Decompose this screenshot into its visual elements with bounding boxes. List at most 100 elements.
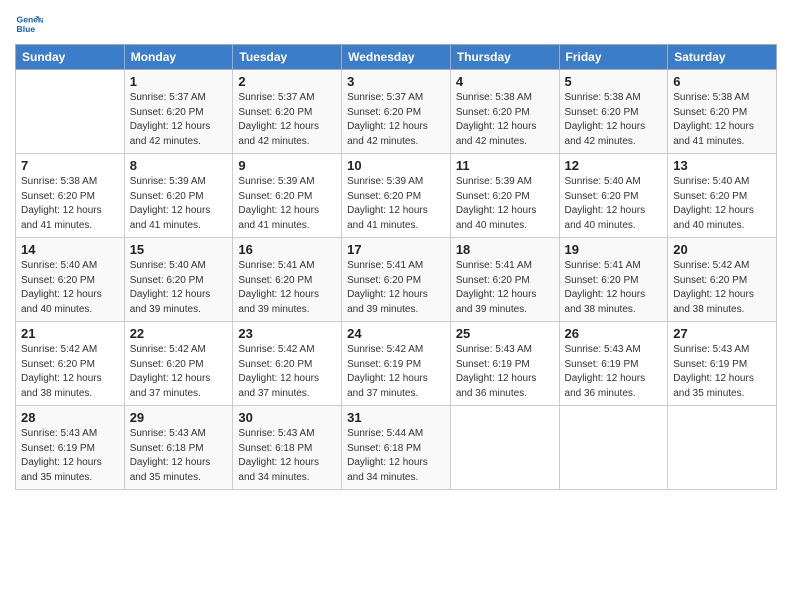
day-info: Sunrise: 5:41 AMSunset: 6:20 PMDaylight:…: [238, 259, 336, 317]
day-number: 2: [238, 74, 336, 89]
day-info: Sunrise: 5:38 AMSunset: 6:20 PMDaylight:…: [565, 91, 663, 149]
day-number: 25: [456, 326, 554, 341]
day-info: Sunrise: 5:42 AMSunset: 6:20 PMDaylight:…: [21, 343, 119, 401]
calendar-cell: [668, 406, 777, 490]
day-number: 11: [456, 158, 554, 173]
calendar-cell: 18 Sunrise: 5:41 AMSunset: 6:20 PMDayligh…: [450, 238, 559, 322]
calendar-cell: 8 Sunrise: 5:39 AMSunset: 6:20 PMDaylight…: [124, 154, 233, 238]
day-number: 5: [565, 74, 663, 89]
day-info: Sunrise: 5:37 AMSunset: 6:20 PMDaylight:…: [130, 91, 228, 149]
calendar-cell: 25Sunrise: 5:43 AMSunset: 6:19 PMDayligh…: [450, 322, 559, 406]
calendar-cell: 30 Sunrise: 5:43 AMSunset: 6:18 PMDayligh…: [233, 406, 342, 490]
day-number: 1: [130, 74, 228, 89]
calendar-cell: 5 Sunrise: 5:38 AMSunset: 6:20 PMDaylight…: [559, 70, 668, 154]
calendar-cell: 13Sunrise: 5:40 AMSunset: 6:20 PMDayligh…: [668, 154, 777, 238]
day-header-tuesday: Tuesday: [233, 45, 342, 70]
day-number: 8: [130, 158, 228, 173]
day-info: Sunrise: 5:40 AMSunset: 6:20 PMDaylight:…: [21, 259, 119, 317]
day-info: Sunrise: 5:39 AMSunset: 6:20 PMDaylight:…: [347, 175, 445, 233]
day-info: Sunrise: 5:39 AMSunset: 6:20 PMDaylight:…: [130, 175, 228, 233]
day-info: Sunrise: 5:41 AMSunset: 6:20 PMDaylight:…: [456, 259, 554, 317]
day-info: Sunrise: 5:40 AMSunset: 6:20 PMDaylight:…: [565, 175, 663, 233]
day-number: 6: [673, 74, 771, 89]
calendar-week-row: 21 Sunrise: 5:42 AMSunset: 6:20 PMDayligh…: [16, 322, 777, 406]
day-number: 17: [347, 242, 445, 257]
day-info: Sunrise: 5:38 AMSunset: 6:20 PMDaylight:…: [456, 91, 554, 149]
day-info: Sunrise: 5:41 AMSunset: 6:20 PMDaylight:…: [565, 259, 663, 317]
calendar-cell: 3 Sunrise: 5:37 AMSunset: 6:20 PMDaylight…: [342, 70, 451, 154]
day-number: 19: [565, 242, 663, 257]
calendar-cell: 10 Sunrise: 5:39 AMSunset: 6:20 PMDayligh…: [342, 154, 451, 238]
day-info: Sunrise: 5:41 AMSunset: 6:20 PMDaylight:…: [347, 259, 445, 317]
calendar-week-row: 7 Sunrise: 5:38 AMSunset: 6:20 PMDaylight…: [16, 154, 777, 238]
day-info: Sunrise: 5:37 AMSunset: 6:20 PMDaylight:…: [238, 91, 336, 149]
calendar-cell: [450, 406, 559, 490]
day-info: Sunrise: 5:43 AMSunset: 6:18 PMDaylight:…: [130, 427, 228, 485]
calendar-cell: 24 Sunrise: 5:42 AMSunset: 6:19 PMDayligh…: [342, 322, 451, 406]
calendar-cell: 14 Sunrise: 5:40 AMSunset: 6:20 PMDayligh…: [16, 238, 125, 322]
day-info: Sunrise: 5:37 AMSunset: 6:20 PMDaylight:…: [347, 91, 445, 149]
calendar-cell: 19 Sunrise: 5:41 AMSunset: 6:20 PMDayligh…: [559, 238, 668, 322]
day-number: 4: [456, 74, 554, 89]
day-headers-row: SundayMondayTuesdayWednesdayThursdayFrid…: [16, 45, 777, 70]
day-number: 31: [347, 410, 445, 425]
day-number: 10: [347, 158, 445, 173]
day-number: 21: [21, 326, 119, 341]
calendar-cell: 16 Sunrise: 5:41 AMSunset: 6:20 PMDayligh…: [233, 238, 342, 322]
day-number: 28: [21, 410, 119, 425]
day-info: Sunrise: 5:44 AMSunset: 6:18 PMDaylight:…: [347, 427, 445, 485]
day-number: 9: [238, 158, 336, 173]
day-header-saturday: Saturday: [668, 45, 777, 70]
calendar-cell: 11 Sunrise: 5:39 AMSunset: 6:20 PMDayligh…: [450, 154, 559, 238]
day-number: 24: [347, 326, 445, 341]
day-info: Sunrise: 5:43 AMSunset: 6:19 PMDaylight:…: [673, 343, 771, 401]
day-info: Sunrise: 5:40 AMSunset: 6:20 PMDaylight:…: [130, 259, 228, 317]
calendar-week-row: 14 Sunrise: 5:40 AMSunset: 6:20 PMDayligh…: [16, 238, 777, 322]
day-number: 15: [130, 242, 228, 257]
calendar-cell: 31 Sunrise: 5:44 AMSunset: 6:18 PMDayligh…: [342, 406, 451, 490]
calendar-cell: 23 Sunrise: 5:42 AMSunset: 6:20 PMDayligh…: [233, 322, 342, 406]
calendar-cell: 7 Sunrise: 5:38 AMSunset: 6:20 PMDaylight…: [16, 154, 125, 238]
day-info: Sunrise: 5:39 AMSunset: 6:20 PMDaylight:…: [238, 175, 336, 233]
calendar-cell: 20 Sunrise: 5:42 AMSunset: 6:20 PMDayligh…: [668, 238, 777, 322]
calendar-cell: 12Sunrise: 5:40 AMSunset: 6:20 PMDayligh…: [559, 154, 668, 238]
logo: General Blue: [15, 10, 43, 38]
calendar-cell: 6Sunrise: 5:38 AMSunset: 6:20 PMDaylight…: [668, 70, 777, 154]
day-number: 3: [347, 74, 445, 89]
day-header-sunday: Sunday: [16, 45, 125, 70]
calendar-week-row: 1 Sunrise: 5:37 AMSunset: 6:20 PMDaylight…: [16, 70, 777, 154]
day-info: Sunrise: 5:42 AMSunset: 6:19 PMDaylight:…: [347, 343, 445, 401]
day-info: Sunrise: 5:43 AMSunset: 6:19 PMDaylight:…: [565, 343, 663, 401]
calendar-cell: 22 Sunrise: 5:42 AMSunset: 6:20 PMDayligh…: [124, 322, 233, 406]
day-header-monday: Monday: [124, 45, 233, 70]
day-header-friday: Friday: [559, 45, 668, 70]
day-number: 22: [130, 326, 228, 341]
day-info: Sunrise: 5:42 AMSunset: 6:20 PMDaylight:…: [130, 343, 228, 401]
day-number: 29: [130, 410, 228, 425]
day-info: Sunrise: 5:38 AMSunset: 6:20 PMDaylight:…: [21, 175, 119, 233]
day-number: 20: [673, 242, 771, 257]
day-info: Sunrise: 5:43 AMSunset: 6:19 PMDaylight:…: [21, 427, 119, 485]
day-info: Sunrise: 5:40 AMSunset: 6:20 PMDaylight:…: [673, 175, 771, 233]
calendar-cell: 26 Sunrise: 5:43 AMSunset: 6:19 PMDayligh…: [559, 322, 668, 406]
calendar-cell: 17 Sunrise: 5:41 AMSunset: 6:20 PMDayligh…: [342, 238, 451, 322]
day-number: 14: [21, 242, 119, 257]
day-header-thursday: Thursday: [450, 45, 559, 70]
calendar-cell: 15 Sunrise: 5:40 AMSunset: 6:20 PMDayligh…: [124, 238, 233, 322]
day-number: 30: [238, 410, 336, 425]
svg-text:Blue: Blue: [17, 24, 36, 34]
day-number: 23: [238, 326, 336, 341]
day-number: 16: [238, 242, 336, 257]
day-number: 27: [673, 326, 771, 341]
day-number: 7: [21, 158, 119, 173]
calendar-week-row: 28 Sunrise: 5:43 AMSunset: 6:19 PMDayligh…: [16, 406, 777, 490]
day-info: Sunrise: 5:42 AMSunset: 6:20 PMDaylight:…: [673, 259, 771, 317]
day-info: Sunrise: 5:42 AMSunset: 6:20 PMDaylight:…: [238, 343, 336, 401]
day-info: Sunrise: 5:43 AMSunset: 6:18 PMDaylight:…: [238, 427, 336, 485]
day-info: Sunrise: 5:39 AMSunset: 6:20 PMDaylight:…: [456, 175, 554, 233]
calendar-cell: 1 Sunrise: 5:37 AMSunset: 6:20 PMDaylight…: [124, 70, 233, 154]
calendar-cell: [16, 70, 125, 154]
day-number: 26: [565, 326, 663, 341]
day-number: 18: [456, 242, 554, 257]
calendar-cell: 9 Sunrise: 5:39 AMSunset: 6:20 PMDaylight…: [233, 154, 342, 238]
